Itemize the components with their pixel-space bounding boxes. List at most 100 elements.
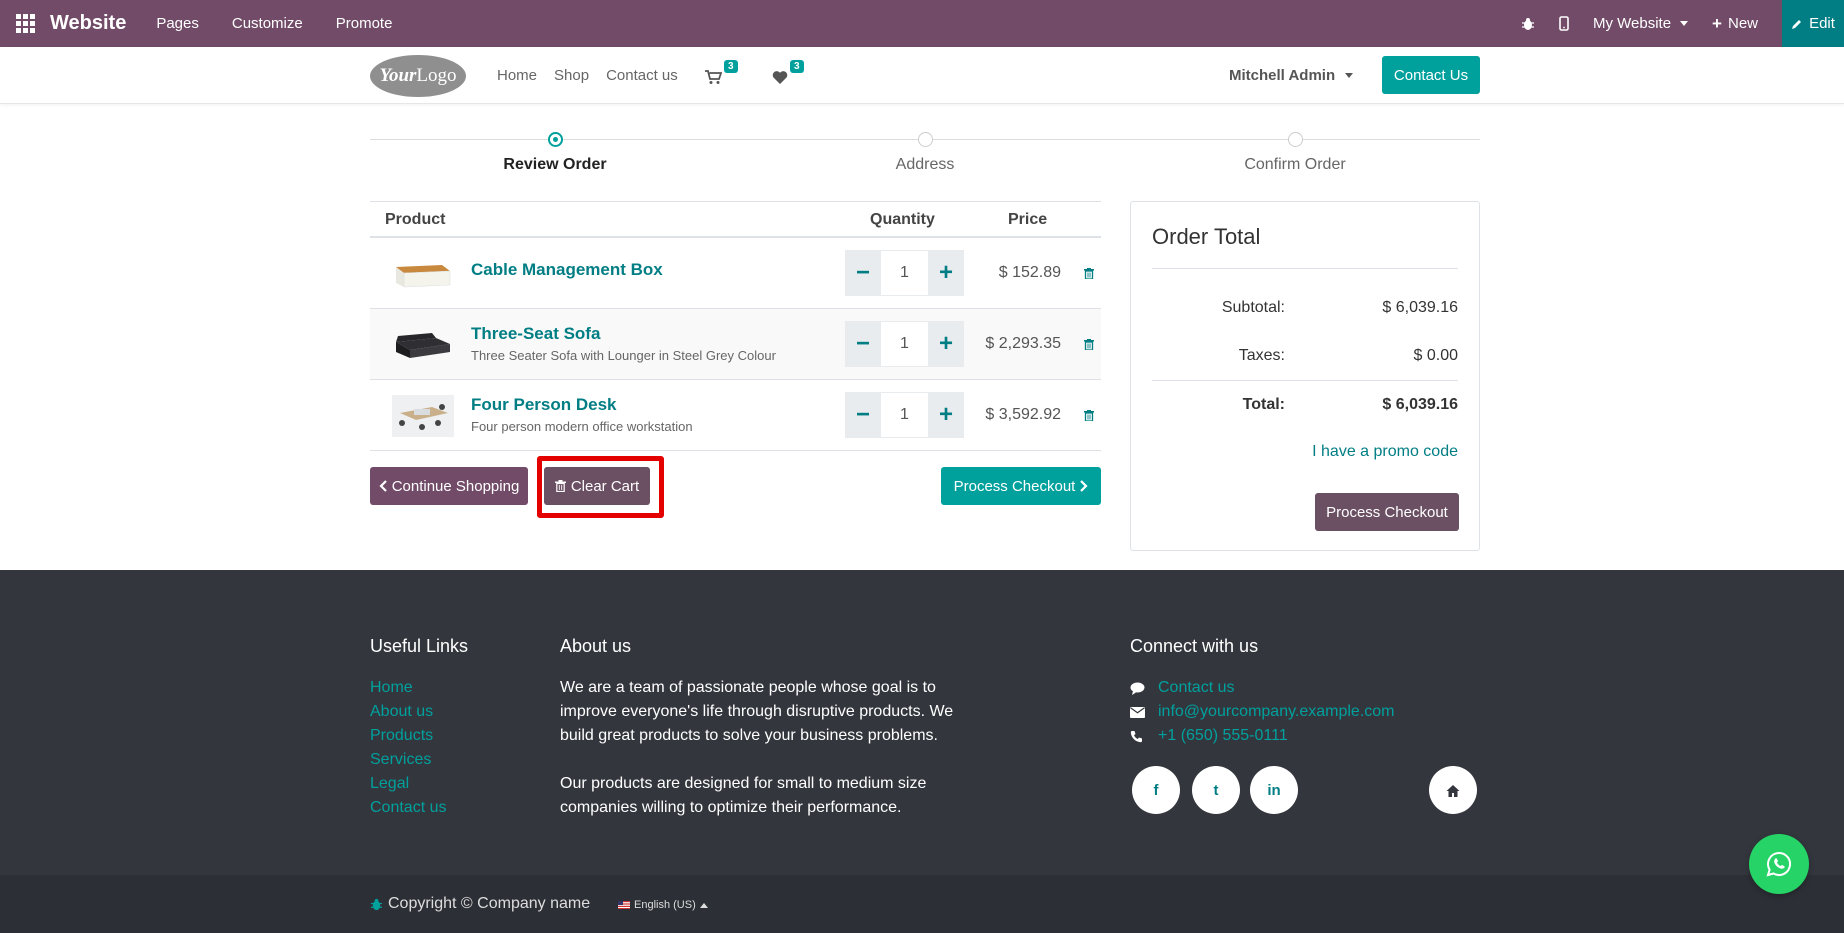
step-address: Address [825,130,1025,174]
step-dot [917,132,933,147]
logo-text: Logo [416,65,457,86]
phone-icon [1130,730,1158,743]
step-dot-active [547,132,563,147]
decrease-quantity-button[interactable]: − [845,321,881,367]
quantity-input[interactable]: 1 [881,321,928,367]
menu-pages[interactable]: Pages [156,15,199,32]
decrease-quantity-button[interactable]: − [845,250,881,296]
home-icon [1446,784,1460,797]
increase-quantity-button[interactable]: + [928,392,964,438]
connect-contact[interactable]: Contact us [1130,676,1395,700]
product-image-desk[interactable] [392,395,454,437]
connect-phone[interactable]: +1 (650) 555-0111 [1130,724,1395,748]
decrease-quantity-button[interactable]: − [845,392,881,438]
divider [1152,380,1458,381]
connect-list: Contact us info@yourcompany.example.com … [1130,676,1395,748]
product-image-cable-box[interactable] [392,253,454,295]
twitter-icon: t [1213,781,1219,799]
increase-quantity-button[interactable]: + [928,321,964,367]
footer-link-home[interactable]: Home [370,676,446,700]
nav-home[interactable]: Home [497,67,537,84]
nav-contact-us[interactable]: Contact us [606,67,678,84]
debug-button[interactable] [1521,17,1535,31]
order-total-title: Order Total [1152,224,1261,249]
process-checkout-label: Process Checkout [953,477,1076,495]
process-checkout-button[interactable]: Process Checkout [941,467,1101,505]
app-title[interactable]: Website [50,12,126,35]
connect-email[interactable]: info@yourcompany.example.com [1130,700,1395,724]
new-button[interactable]: + New [1712,14,1758,34]
step-label: Address [895,156,955,173]
about-paragraph: Our products are designed for small to m… [560,775,927,816]
quantity-input[interactable]: 1 [881,392,928,438]
user-menu[interactable]: Mitchell Admin [1229,47,1354,104]
subtotal-value: $ 6,039.16 [1382,299,1458,316]
contact-us-button[interactable]: Contact Us [1382,56,1480,94]
continue-shopping-button[interactable]: Continue Shopping [370,467,528,505]
footer-link-legal[interactable]: Legal [370,772,446,796]
product-name-link[interactable]: Cable Management Box [471,260,663,280]
header-price: Price [1008,211,1048,228]
about-paragraph: We are a team of passionate people whose… [560,679,954,744]
about-us-title: About us [560,636,632,656]
language-label: English (US) [634,899,696,911]
trash-icon[interactable] [1084,410,1094,421]
footer-link-products[interactable]: Products [370,724,446,748]
footer-link-contact-us[interactable]: Contact us [370,796,446,820]
footer-link-about-us[interactable]: About us [370,700,446,724]
product-description: Four person modern office workstation [471,419,693,434]
trash-icon[interactable] [1084,268,1094,279]
site-footer: Useful Links Home About us Products Serv… [0,570,1844,875]
site-logo[interactable]: Your Logo [370,55,466,97]
step-confirm-order: Confirm Order [1195,130,1395,174]
footer-link-services[interactable]: Services [370,748,446,772]
connect-title: Connect with us [1130,636,1259,656]
nav-shop[interactable]: Shop [554,67,589,84]
product-name-link[interactable]: Four Person Desk [471,395,617,415]
quantity-input[interactable]: 1 [881,250,928,296]
bug-icon [370,898,383,910]
menu-promote[interactable]: Promote [336,15,393,32]
language-selector[interactable]: English (US) [618,899,708,911]
checkout-progress: Review Order Address Confirm Order [370,130,1480,180]
about-us-text: We are a team of passionate people whose… [560,676,990,844]
whatsapp-button[interactable] [1749,834,1809,894]
cart-link[interactable]: 3 [705,60,738,85]
facebook-icon: f [1153,781,1159,799]
quantity-stepper: − 1 + [845,250,964,296]
line-price: $ 3,592.92 [985,406,1061,423]
facebook-button[interactable]: f [1132,766,1180,814]
product-description: Three Seater Sofa with Lounger in Steel … [471,348,776,363]
highlight-box [537,456,664,518]
wishlist-link[interactable]: 3 [772,60,804,85]
chevron-down-icon [1680,21,1689,26]
increase-quantity-button[interactable]: + [928,250,964,296]
product-image-sofa[interactable] [392,324,454,366]
promo-code-link[interactable]: I have a promo code [1312,443,1458,461]
logo-text-bold: Your [379,65,417,86]
copyright-text: Copyright © Company name [388,895,591,912]
product-name-link[interactable]: Three-Seat Sofa [471,324,600,344]
whatsapp-icon [1766,851,1791,877]
apps-menu-button[interactable] [0,0,50,47]
step-label: Confirm Order [1244,156,1346,173]
mobile-preview-button[interactable] [1559,16,1569,31]
pencil-icon [1792,19,1802,29]
linkedin-button[interactable]: in [1250,766,1298,814]
contact-link: Contact us [1158,679,1235,696]
bug-icon [1521,17,1534,30]
cart-line: Cable Management Box − 1 + $ 152.89 [370,238,1101,309]
useful-links-title: Useful Links [370,636,469,656]
subtotal-label: Subtotal: [1221,299,1285,316]
edit-button[interactable]: Edit [1782,0,1844,47]
trash-icon[interactable] [1084,339,1094,350]
website-switcher[interactable]: My Website [1593,15,1689,32]
cart-line: Three-Seat Sofa Three Seater Sofa with L… [370,309,1101,380]
phone-link: +1 (650) 555-0111 [1158,727,1288,744]
home-social-button[interactable] [1429,766,1477,814]
twitter-button[interactable]: t [1192,766,1240,814]
menu-customize[interactable]: Customize [232,15,303,32]
chevron-down-icon [1345,73,1354,78]
comment-icon [1130,682,1158,695]
order-total-checkout-button[interactable]: Process Checkout [1315,493,1459,531]
